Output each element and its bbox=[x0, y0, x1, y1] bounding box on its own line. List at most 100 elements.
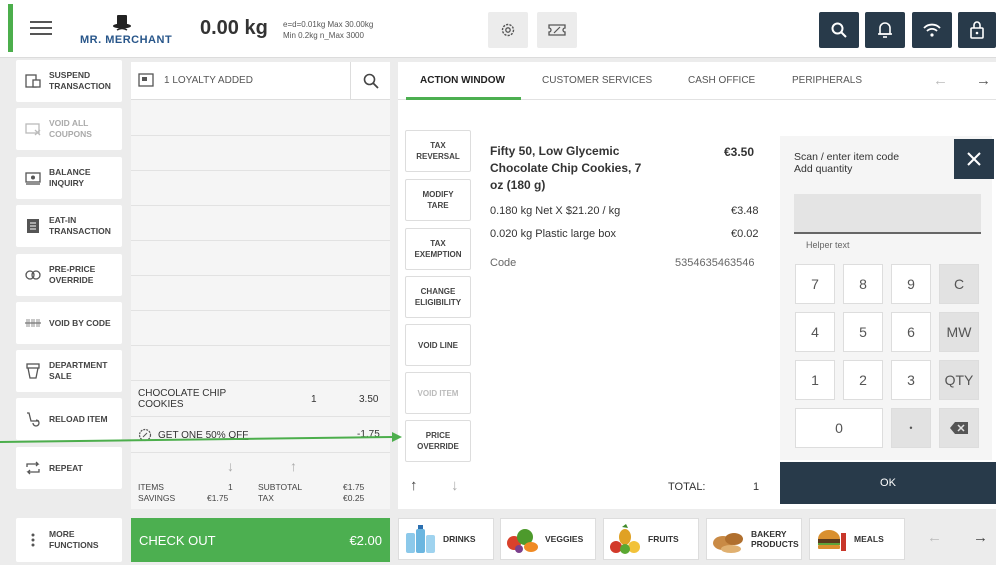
row-divider bbox=[131, 310, 390, 311]
close-icon bbox=[967, 152, 981, 166]
eat-in-transaction-button[interactable]: EAT-IN TRANSACTION bbox=[16, 205, 122, 247]
checkout-button[interactable]: CHECK OUT €2.00 bbox=[131, 518, 390, 562]
item-code-input[interactable] bbox=[794, 194, 981, 234]
category-bakery-products[interactable]: BAKERY PRODUCTS bbox=[706, 518, 802, 560]
key-2[interactable]: 2 bbox=[843, 360, 883, 400]
key-3[interactable]: 3 bbox=[891, 360, 931, 400]
balance-inquiry-button[interactable]: BALANCE INQUIRY bbox=[16, 157, 122, 199]
total-label: TOTAL: bbox=[668, 481, 706, 493]
category-fruits[interactable]: FRUITS bbox=[603, 518, 699, 560]
menu-icon[interactable] bbox=[30, 18, 52, 38]
void-line-button[interactable]: VOID LINE bbox=[405, 324, 471, 366]
category-next-icon[interactable]: → bbox=[973, 529, 988, 546]
key-6[interactable]: 6 bbox=[891, 312, 931, 352]
modify-tare-label: MODIFY TARE bbox=[422, 189, 453, 211]
label-line2: EXEMPTION bbox=[414, 250, 462, 259]
modify-tare-button[interactable]: MODIFY TARE bbox=[405, 179, 471, 221]
repeat-button[interactable]: REPEAT bbox=[16, 447, 122, 489]
key-9[interactable]: 9 bbox=[891, 264, 931, 304]
tab-peripherals[interactable]: PERIPHERALS bbox=[792, 75, 862, 86]
scale-info: e=d=0.01kg Max 30.00kg Min 0.2kg n_Max 3… bbox=[283, 19, 373, 41]
top-bar: MR. MERCHANT 0.00 kg e=d=0.01kg Max 30.0… bbox=[0, 0, 996, 58]
tax-value: €0.25 bbox=[343, 493, 365, 503]
tab-next-icon[interactable]: → bbox=[976, 72, 991, 89]
drinks-image bbox=[406, 525, 435, 553]
more-functions-button[interactable]: MORE FUNCTIONS bbox=[16, 518, 122, 562]
ok-button[interactable]: OK bbox=[780, 462, 996, 504]
lock-button[interactable] bbox=[958, 12, 996, 48]
reload-item-label: RELOAD ITEM bbox=[49, 413, 108, 424]
key-7[interactable]: 7 bbox=[795, 264, 835, 304]
category-veggies[interactable]: VEGGIES bbox=[500, 518, 596, 560]
order-panel: 1 LOYALTY ADDED CHOCOLATE CHIP COOKIES 1… bbox=[131, 62, 390, 509]
label-line2: REVERSAL bbox=[416, 152, 460, 161]
row-divider bbox=[131, 275, 390, 276]
key-0[interactable]: 0 bbox=[795, 408, 883, 448]
tab-cash-office[interactable]: CASH OFFICE bbox=[688, 75, 755, 86]
key-clear[interactable]: C bbox=[939, 264, 979, 304]
key-5[interactable]: 5 bbox=[843, 312, 883, 352]
key-decimal[interactable]: • bbox=[891, 408, 931, 448]
category-meals[interactable]: MEALS bbox=[809, 518, 905, 560]
arrow-up-icon[interactable]: ↑ bbox=[290, 458, 297, 474]
tab-action-window[interactable]: ACTION WINDOW bbox=[420, 75, 505, 86]
checkout-label: CHECK OUT bbox=[139, 532, 216, 548]
label-line2: FUNCTIONS bbox=[49, 540, 99, 550]
change-eligibility-button[interactable]: CHANGE ELIGIBILITY bbox=[405, 276, 471, 318]
tax-reversal-button[interactable]: TAX REVERSAL bbox=[405, 130, 471, 172]
reload-item-button[interactable]: RELOAD ITEM bbox=[16, 398, 122, 440]
fruits-image bbox=[610, 524, 640, 554]
category-prev-icon[interactable]: ← bbox=[927, 529, 942, 546]
key-backspace[interactable] bbox=[939, 408, 979, 448]
key-4[interactable]: 4 bbox=[795, 312, 835, 352]
close-button[interactable] bbox=[954, 139, 994, 179]
keypad-title-line1: Scan / enter item code bbox=[794, 151, 900, 163]
coupon-button[interactable] bbox=[537, 12, 577, 48]
savings-label: SAVINGS bbox=[138, 493, 176, 503]
tax-label: TAX bbox=[258, 493, 274, 503]
item-qty: 1 bbox=[311, 394, 317, 405]
label-line2: ELIGIBILITY bbox=[414, 298, 462, 307]
void-item-button[interactable]: VOID ITEM bbox=[405, 372, 471, 414]
tab-prev-icon[interactable]: ← bbox=[933, 72, 948, 89]
row-divider bbox=[131, 135, 390, 136]
department-sale-button[interactable]: DEPARTMENT SALE bbox=[16, 350, 122, 392]
keypad-title-line2: Add quantity bbox=[794, 163, 853, 175]
key-qty[interactable]: QTY bbox=[939, 360, 979, 400]
label-line2: OVERRIDE bbox=[417, 442, 459, 451]
void-all-coupons-button[interactable]: VOID ALL COUPONS bbox=[16, 108, 122, 150]
order-search-button[interactable] bbox=[350, 62, 390, 100]
scale-weight: 0.00 kg bbox=[200, 17, 268, 39]
network-button[interactable] bbox=[912, 12, 952, 48]
key-8[interactable]: 8 bbox=[843, 264, 883, 304]
arrow-down-icon[interactable]: ↓ bbox=[227, 458, 234, 474]
pre-price-override-button[interactable]: PRE-PRICE OVERRIDE bbox=[16, 254, 122, 296]
subtotal-value: €1.75 bbox=[343, 482, 365, 492]
arrow-up-icon[interactable]: ↑ bbox=[410, 477, 418, 494]
balance-inquiry-label: BALANCE INQUIRY bbox=[49, 167, 91, 189]
hat-icon bbox=[113, 15, 131, 31]
arrow-down-icon[interactable]: ↓ bbox=[451, 477, 459, 494]
savings-value: €1.75 bbox=[207, 493, 229, 503]
suspend-icon bbox=[24, 72, 42, 90]
suspend-transaction-button[interactable]: SUSPEND TRANSACTION bbox=[16, 60, 122, 102]
category-drinks[interactable]: DRINKS bbox=[398, 518, 494, 560]
key-mw[interactable]: MW bbox=[939, 312, 979, 352]
notifications-button[interactable] bbox=[865, 12, 905, 48]
label-line2: COUPONS bbox=[49, 129, 92, 139]
keypad-title: Scan / enter item code Add quantity bbox=[794, 151, 899, 175]
more-functions-label: MORE FUNCTIONS bbox=[49, 529, 99, 551]
drinks-label: DRINKS bbox=[443, 534, 476, 544]
active-tab-indicator bbox=[406, 97, 521, 100]
settings-button[interactable] bbox=[488, 12, 528, 48]
tab-bar: ACTION WINDOW CUSTOMER SERVICES CASH OFF… bbox=[398, 62, 996, 100]
label-line1: TAX bbox=[430, 141, 446, 150]
pre-price-icon bbox=[24, 266, 42, 284]
tax-exemption-button[interactable]: TAX EXEMPTION bbox=[405, 228, 471, 270]
void-by-code-button[interactable]: VOID BY CODE bbox=[16, 302, 122, 344]
tab-customer-services[interactable]: CUSTOMER SERVICES bbox=[542, 75, 652, 86]
price-override-button[interactable]: PRICE OVERRIDE bbox=[405, 420, 471, 462]
key-1[interactable]: 1 bbox=[795, 360, 835, 400]
search-button[interactable] bbox=[819, 12, 859, 48]
row-divider bbox=[131, 416, 390, 417]
